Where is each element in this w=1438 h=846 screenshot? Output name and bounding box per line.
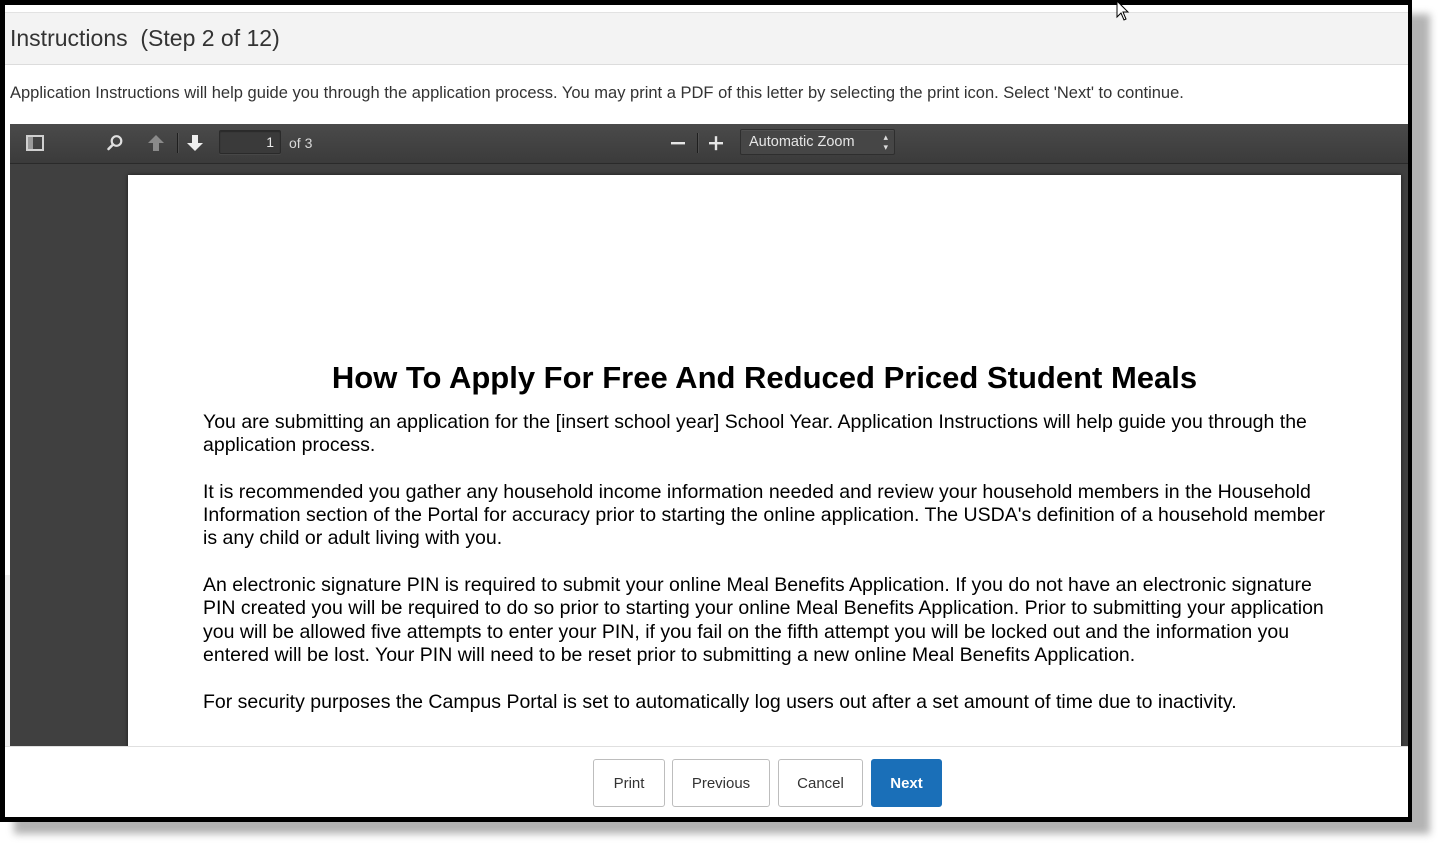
select-arrows-icon: ▴ ▾ bbox=[883, 132, 888, 152]
toolbar-separator bbox=[177, 133, 178, 153]
next-button[interactable]: Next bbox=[871, 759, 942, 807]
arrow-up-icon bbox=[148, 135, 164, 151]
action-footer: Print Previous Cancel Next bbox=[5, 746, 1408, 817]
pdf-page: How To Apply For Free And Reduced Priced… bbox=[128, 175, 1401, 746]
zoom-in-button[interactable] bbox=[702, 130, 730, 156]
page-count-label: of 3 bbox=[289, 135, 313, 151]
zoom-select[interactable]: Automatic Zoom ▴ ▾ bbox=[740, 129, 895, 155]
toolbar-separator bbox=[697, 133, 698, 153]
document-paragraph: You are submitting an application for th… bbox=[203, 411, 1307, 457]
pdf-content-area[interactable]: How To Apply For Free And Reduced Priced… bbox=[10, 164, 1408, 746]
sidebar-toggle-button[interactable] bbox=[21, 130, 49, 156]
cancel-button[interactable]: Cancel bbox=[778, 759, 863, 807]
window-frame: Instructions (Step 2 of 12) Application … bbox=[0, 0, 1412, 822]
zoom-select-value: Automatic Zoom bbox=[749, 134, 855, 150]
document-body: You are submitting an application for th… bbox=[203, 411, 1333, 737]
instructions-text: Application Instructions will help guide… bbox=[10, 84, 1184, 102]
page-number-input[interactable] bbox=[219, 130, 281, 154]
next-page-button[interactable] bbox=[181, 130, 209, 156]
document-paragraph: An electronic signature PIN is required … bbox=[203, 574, 1324, 666]
previous-button[interactable]: Previous bbox=[672, 759, 770, 807]
zoom-out-button[interactable] bbox=[664, 130, 692, 156]
page-title: Instructions (Step 2 of 12) bbox=[10, 25, 280, 51]
application-window: Instructions (Step 2 of 12) Application … bbox=[5, 5, 1408, 817]
pdf-viewer: of 3 Automatic Zoom ▴▾ bbox=[10, 124, 1408, 746]
page-header: Instructions (Step 2 of 12) bbox=[5, 12, 1408, 65]
plus-icon bbox=[709, 136, 723, 151]
print-button[interactable]: Print bbox=[593, 759, 665, 807]
mouse-cursor-icon bbox=[1116, 0, 1130, 21]
minus-icon bbox=[671, 142, 685, 145]
left-gutter bbox=[5, 575, 10, 746]
previous-page-button[interactable] bbox=[142, 130, 170, 156]
search-icon bbox=[107, 135, 123, 151]
arrow-down-icon bbox=[187, 135, 203, 151]
sidebar-toggle-icon bbox=[26, 135, 44, 151]
search-button[interactable] bbox=[101, 130, 129, 156]
document-heading: How To Apply For Free And Reduced Priced… bbox=[331, 360, 1198, 395]
document-paragraph: For security purposes the Campus Portal … bbox=[203, 690, 1237, 713]
pdf-toolbar: of 3 Automatic Zoom ▴▾ bbox=[10, 124, 1408, 164]
document-paragraph: It is recommended you gather any househo… bbox=[203, 480, 1325, 550]
